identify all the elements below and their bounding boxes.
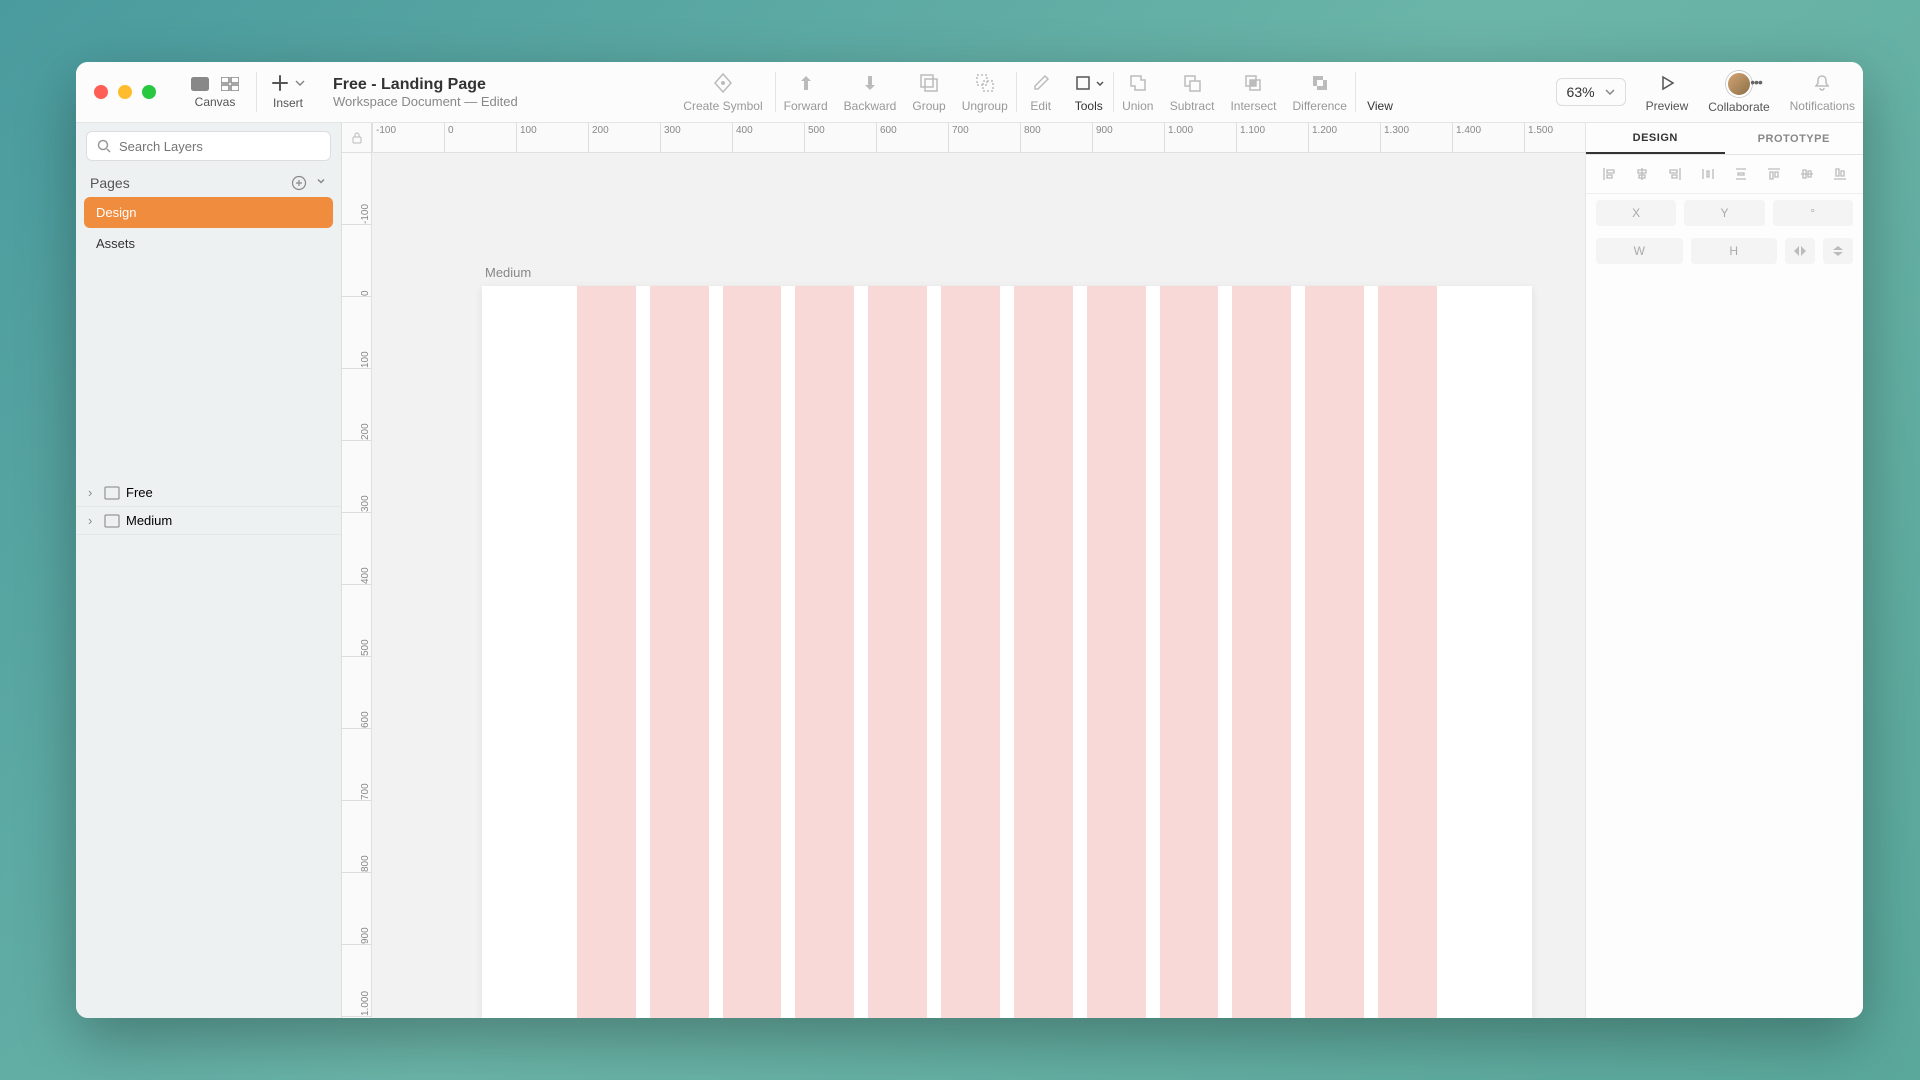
minimize-button[interactable] (118, 85, 132, 99)
pages-header: Pages (76, 165, 341, 197)
subtract-button[interactable]: Subtract (1162, 62, 1223, 122)
flip-h-button[interactable] (1785, 238, 1815, 264)
canvas-view-icon[interactable] (190, 76, 210, 92)
chevron-down-icon (1605, 89, 1615, 95)
align-controls (1586, 155, 1863, 194)
union-button[interactable]: Union (1114, 62, 1162, 122)
chevron-right-icon: › (88, 513, 98, 528)
ungroup-button[interactable]: Ungroup (954, 62, 1016, 122)
chevron-right-icon: › (88, 485, 98, 500)
align-left-icon[interactable] (1596, 163, 1623, 185)
bell-icon (1813, 71, 1831, 95)
search-input[interactable] (86, 131, 331, 161)
add-page-icon[interactable] (291, 175, 307, 191)
ungroup-icon (975, 71, 995, 95)
sidebar: Pages Design Assets › Free › Medium (76, 123, 342, 1018)
collaborate-button[interactable]: ••• Collaborate (1696, 62, 1781, 122)
edit-button[interactable]: Edit (1017, 62, 1065, 122)
align-top-icon[interactable] (1760, 163, 1787, 185)
layout-columns (577, 286, 1437, 1018)
layer-item-medium[interactable]: › Medium (76, 507, 341, 535)
document-title: Free - Landing Page (333, 76, 518, 94)
close-button[interactable] (94, 85, 108, 99)
distribute-h-icon[interactable] (1695, 163, 1722, 185)
maximize-button[interactable] (142, 85, 156, 99)
intersect-icon (1243, 71, 1263, 95)
main: Pages Design Assets › Free › Medium (76, 123, 1863, 1018)
subtract-icon (1182, 71, 1202, 95)
app-window: Canvas Insert Free - Landing Page Worksp… (76, 62, 1863, 1018)
group-icon (919, 71, 939, 95)
x-field[interactable]: X (1596, 200, 1676, 226)
align-right-icon[interactable] (1662, 163, 1689, 185)
avatar (1726, 71, 1752, 97)
layer-item-free[interactable]: › Free (76, 479, 341, 507)
h-field[interactable]: H (1691, 238, 1778, 264)
backward-icon (860, 71, 880, 95)
distribute-v-icon[interactable] (1728, 163, 1755, 185)
preview-button[interactable]: Preview (1638, 62, 1697, 122)
insert-button[interactable]: Insert (257, 62, 319, 122)
artboard-medium[interactable] (482, 286, 1532, 1018)
notifications-button[interactable]: Notifications (1782, 62, 1863, 122)
document-subtitle: Workspace Document — Edited (333, 94, 518, 109)
flip-v-button[interactable] (1823, 238, 1853, 264)
artboard-icon (104, 514, 120, 528)
view-label: Canvas (195, 95, 236, 109)
chevron-down-icon (295, 80, 305, 86)
difference-button[interactable]: Difference (1284, 62, 1354, 122)
ruler-vertical[interactable]: -10001002003004005006007008009001.000 (342, 153, 372, 1018)
align-middle-icon[interactable] (1793, 163, 1820, 185)
align-bottom-icon[interactable] (1826, 163, 1853, 185)
tools-icon (1074, 71, 1104, 95)
toolbar-right: 63% Preview ••• Collaborate Notification… (1544, 62, 1863, 122)
document-title-area: Free - Landing Page Workspace Document —… (319, 62, 532, 122)
artboard-icon (104, 486, 120, 500)
align-center-h-icon[interactable] (1629, 163, 1656, 185)
search-icon (97, 139, 111, 153)
artboard-label[interactable]: Medium (485, 265, 531, 280)
page-item-assets[interactable]: Assets (76, 228, 341, 259)
ruler-horizontal[interactable]: -10001002003004005006007008009001.0001.1… (342, 123, 1585, 153)
inspector: DESIGN PROTOTYPE X Y ° W H (1585, 123, 1863, 1018)
tab-design[interactable]: DESIGN (1586, 123, 1725, 154)
group-button[interactable]: Group (904, 62, 953, 122)
backward-button[interactable]: Backward (836, 62, 905, 122)
chevron-down-icon[interactable] (315, 175, 327, 191)
toolbar: Canvas Insert Free - Landing Page Worksp… (76, 62, 1863, 123)
forward-icon (796, 71, 816, 95)
zoom-dropdown[interactable]: 63% (1556, 78, 1626, 106)
page-item-design[interactable]: Design (84, 197, 333, 228)
tab-prototype[interactable]: PROTOTYPE (1725, 123, 1864, 154)
tools-button[interactable]: Tools (1065, 62, 1113, 122)
window-controls (76, 62, 174, 122)
forward-button[interactable]: Forward (776, 62, 836, 122)
more-icon: ••• (1750, 74, 1762, 90)
grid-view-icon[interactable] (220, 76, 240, 92)
view-switch (190, 76, 240, 92)
layer-list: › Free › Medium (76, 479, 341, 535)
angle-field[interactable]: ° (1773, 200, 1853, 226)
play-icon (1659, 71, 1675, 95)
y-field[interactable]: Y (1684, 200, 1764, 226)
symbol-icon (712, 71, 734, 95)
viewport[interactable]: Medium (372, 153, 1585, 1018)
toolbar-center: Create Symbol Forward Backward Group Ung… (532, 62, 1544, 122)
edit-icon (1031, 71, 1051, 95)
w-field[interactable]: W (1596, 238, 1683, 264)
intersect-button[interactable]: Intersect (1222, 62, 1284, 122)
ruler-lock-icon[interactable] (342, 123, 372, 153)
view-button[interactable]: View (1356, 62, 1404, 122)
difference-icon (1310, 71, 1330, 95)
inspector-tabs: DESIGN PROTOTYPE (1586, 123, 1863, 155)
union-icon (1128, 71, 1148, 95)
canvas-area: -10001002003004005006007008009001.0001.1… (342, 123, 1585, 1018)
create-symbol-button[interactable]: Create Symbol (671, 62, 774, 122)
